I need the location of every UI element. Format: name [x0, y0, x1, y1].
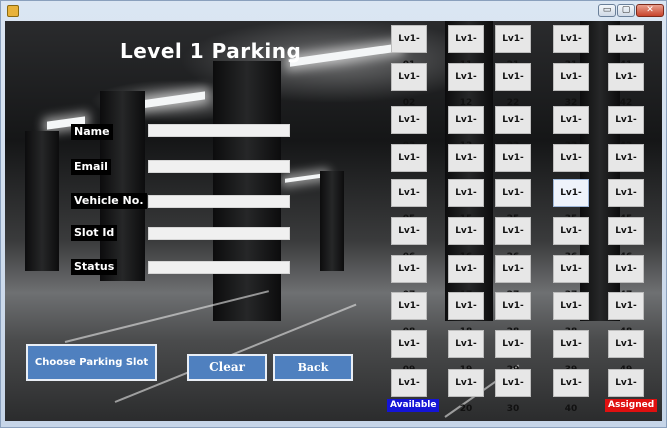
slot-lv1-23[interactable]: Lv1-23	[495, 106, 531, 151]
email-field[interactable]	[148, 160, 290, 173]
page-title: Level 1 Parking	[120, 39, 302, 63]
slot-lv1-25[interactable]: Lv1-25	[495, 179, 531, 224]
slot-lv1-48[interactable]: Lv1-48	[608, 292, 644, 337]
slot-lv1-36[interactable]: Lv1-36	[553, 217, 589, 262]
slot-lv1-28[interactable]: Lv1-28	[495, 292, 531, 337]
choose-parking-slot-button[interactable]: Choose Parking Slot	[26, 344, 157, 381]
pillar	[25, 131, 59, 271]
pillar	[320, 171, 344, 271]
slot-lv1-11[interactable]: Lv1-11	[448, 25, 484, 70]
slot-lv1-10[interactable]: Lv1-10	[391, 369, 427, 414]
slot-lv1-47[interactable]: Lv1-47	[608, 255, 644, 300]
slot-lv1-32[interactable]: Lv1-32	[553, 63, 589, 108]
slot-lv1-02[interactable]: Lv1-02	[391, 63, 427, 108]
slot-lv1-45[interactable]: Lv1-45	[608, 179, 644, 224]
back-button[interactable]: Back	[273, 354, 353, 381]
slot-lv1-41[interactable]: Lv1-41	[608, 25, 644, 70]
vehicle-no-field[interactable]	[148, 195, 290, 208]
slot-lv1-38[interactable]: Lv1-38	[553, 292, 589, 337]
slot-id-field[interactable]	[148, 227, 290, 240]
name-field[interactable]	[148, 124, 290, 137]
slot-lv1-30[interactable]: Lv1-30	[495, 369, 531, 414]
pillar	[100, 91, 145, 281]
slot-lv1-08[interactable]: Lv1-08	[391, 292, 427, 337]
slot-lv1-27[interactable]: Lv1-27	[495, 255, 531, 300]
slot-lv1-40[interactable]: Lv1-40	[553, 369, 589, 414]
slot-lv1-22[interactable]: Lv1-22	[495, 63, 531, 108]
slot-lv1-07[interactable]: Lv1-07	[391, 255, 427, 300]
slot-lv1-04[interactable]: Lv1-04	[391, 144, 427, 189]
ceiling-light	[140, 91, 205, 109]
name-label: Name	[71, 124, 113, 140]
maximize-button[interactable]: ▢	[617, 4, 635, 17]
slot-lv1-24[interactable]: Lv1-24	[495, 144, 531, 189]
ceiling-light	[285, 173, 325, 183]
legend-available: Available	[387, 399, 440, 412]
slot-lv1-42[interactable]: Lv1-42	[608, 63, 644, 108]
slot-lv1-49[interactable]: Lv1-49	[608, 330, 644, 375]
ceiling-light	[290, 43, 400, 67]
parking-form: Level 1 Parking Name Email Vehicle No. S…	[5, 21, 662, 421]
status-field[interactable]	[148, 261, 290, 274]
slot-lv1-16[interactable]: Lv1-16	[448, 217, 484, 262]
slot-lv1-18[interactable]: Lv1-18	[448, 292, 484, 337]
slot-lv1-31[interactable]: Lv1-31	[553, 25, 589, 70]
slot-lv1-46[interactable]: Lv1-46	[608, 217, 644, 262]
close-button[interactable]: ✕	[636, 4, 664, 17]
minimize-button[interactable]: ▭	[598, 4, 616, 17]
slot-lv1-35[interactable]: Lv1-35	[553, 179, 589, 224]
slot-lv1-21[interactable]: Lv1-21	[495, 25, 531, 70]
slot-lv1-34[interactable]: Lv1-34	[553, 144, 589, 189]
email-label: Email	[71, 159, 111, 175]
slot-lv1-43[interactable]: Lv1-43	[608, 106, 644, 151]
slot-lv1-01[interactable]: Lv1-01	[391, 25, 427, 70]
slot-lv1-13[interactable]: Lv1-13	[448, 106, 484, 151]
slot-lv1-03[interactable]: Lv1-03	[391, 106, 427, 151]
slot-lv1-50[interactable]: Lv1-50	[608, 369, 644, 414]
slot-lv1-37[interactable]: Lv1-37	[553, 255, 589, 300]
slot-lv1-20[interactable]: Lv1-20	[448, 369, 484, 414]
vehicle-no-label: Vehicle No.	[71, 193, 147, 209]
pillar	[213, 61, 281, 321]
status-label: Status	[71, 259, 118, 275]
clear-button[interactable]: Clear	[187, 354, 267, 381]
slot-lv1-06[interactable]: Lv1-06	[391, 217, 427, 262]
slot-lv1-39[interactable]: Lv1-39	[553, 330, 589, 375]
slot-lv1-26[interactable]: Lv1-26	[495, 217, 531, 262]
slot-lv1-44[interactable]: Lv1-44	[608, 144, 644, 189]
slot-lv1-19[interactable]: Lv1-19	[448, 330, 484, 375]
slot-id-label: Slot Id	[71, 225, 118, 241]
app-icon	[7, 5, 19, 17]
slot-lv1-09[interactable]: Lv1-09	[391, 330, 427, 375]
slot-lv1-14[interactable]: Lv1-14	[448, 144, 484, 189]
title-bar: ▭ ▢ ✕	[1, 1, 666, 21]
slot-lv1-12[interactable]: Lv1-12	[448, 63, 484, 108]
slot-lv1-33[interactable]: Lv1-33	[553, 106, 589, 151]
slot-lv1-15[interactable]: Lv1-15	[448, 179, 484, 224]
slot-lv1-05[interactable]: Lv1-05	[391, 179, 427, 224]
app-window: ▭ ▢ ✕ Level 1 Parking Name Email Vehicle…	[0, 0, 667, 428]
legend-assigned: Assigned	[605, 399, 658, 412]
slot-lv1-29[interactable]: Lv1-29	[495, 330, 531, 375]
slot-lv1-17[interactable]: Lv1-17	[448, 255, 484, 300]
